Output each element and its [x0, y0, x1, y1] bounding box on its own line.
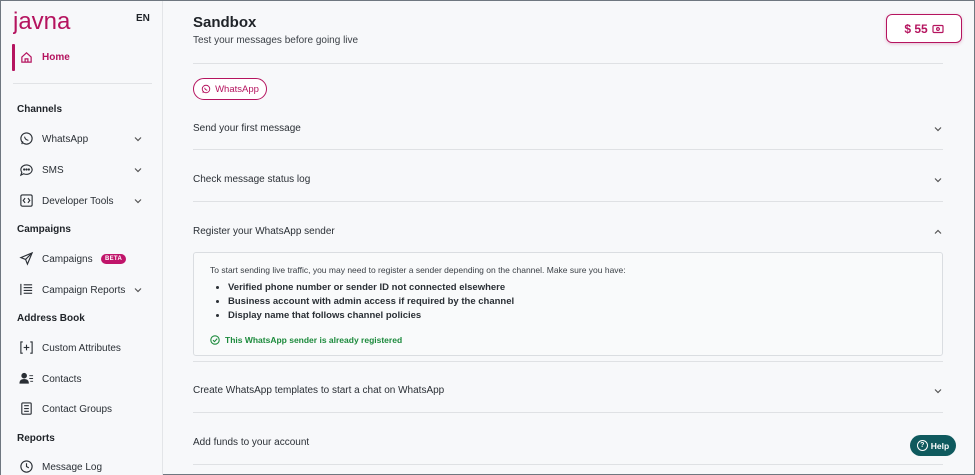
chevron-down-icon[interactable] — [133, 196, 143, 206]
question-icon: ? — [916, 440, 928, 451]
panel-intro: To start sending live traffic, you may n… — [210, 265, 626, 275]
section-address-book: Address Book — [17, 313, 85, 324]
sidebar-item-label: Contact Groups — [42, 404, 113, 415]
sidebar: javna EN Home Channels WhatsApp SMS Deve… — [1, 1, 163, 475]
sidebar-item-campaigns[interactable]: Campaigns BETA — [17, 248, 149, 270]
accordion-label: Add funds to your account — [193, 437, 310, 448]
sidebar-item-contacts[interactable]: Contacts — [17, 368, 149, 390]
paper-plane-icon — [19, 251, 34, 266]
accordion-label: Create WhatsApp templates to start a cha… — [193, 385, 445, 396]
whatsapp-icon — [201, 84, 211, 94]
contacts-icon — [19, 372, 34, 384]
sidebar-item-label: WhatsApp — [42, 134, 89, 145]
sidebar-item-home[interactable]: Home — [12, 44, 152, 71]
sidebar-item-label: Campaigns — [42, 254, 93, 265]
accordion-label: Register your WhatsApp sender — [193, 226, 335, 237]
svg-text:javna: javna — [13, 9, 71, 35]
sidebar-item-developer-tools[interactable]: Developer Tools — [17, 190, 149, 212]
whatsapp-channel-chip[interactable]: WhatsApp — [193, 78, 267, 100]
contact-groups-icon — [21, 402, 32, 415]
clock-icon — [20, 460, 33, 473]
accordion-check-status-log[interactable]: Check message status log — [193, 171, 943, 191]
chevron-down-icon[interactable] — [933, 386, 943, 396]
add-attribute-icon — [20, 341, 33, 354]
javna-logo[interactable]: javna — [13, 9, 85, 37]
sidebar-item-label: Campaign Reports — [42, 285, 126, 296]
sidebar-item-label: Developer Tools — [42, 196, 114, 207]
active-indicator — [12, 44, 15, 71]
registration-status: This WhatsApp sender is already register… — [210, 335, 402, 345]
divider — [193, 149, 943, 150]
accordion-register-sender[interactable]: Register your WhatsApp sender — [193, 223, 943, 243]
wallet-icon — [932, 24, 944, 33]
requirements-list: Verified phone number or sender ID not c… — [228, 281, 514, 323]
section-reports: Reports — [17, 433, 55, 444]
divider — [193, 63, 943, 64]
sidebar-item-campaign-reports[interactable]: Campaign Reports — [17, 279, 149, 301]
list-item: Verified phone number or sender ID not c… — [228, 281, 514, 295]
sidebar-item-sms[interactable]: SMS — [17, 159, 149, 181]
divider — [13, 83, 152, 84]
section-campaigns: Campaigns — [17, 224, 71, 235]
status-text: This WhatsApp sender is already register… — [225, 335, 403, 345]
sidebar-item-label: SMS — [42, 165, 64, 176]
divider — [193, 412, 943, 413]
sidebar-item-label: Message Log — [42, 462, 103, 473]
chevron-down-icon[interactable] — [133, 285, 143, 295]
chat-bubble-icon — [19, 164, 33, 177]
code-icon — [20, 194, 33, 207]
sidebar-item-whatsapp[interactable]: WhatsApp — [17, 128, 149, 150]
check-circle-icon — [210, 335, 220, 345]
list-item: Business account with admin access if re… — [228, 295, 514, 309]
chevron-down-icon[interactable] — [933, 175, 943, 185]
language-selector[interactable]: EN — [136, 13, 150, 24]
chip-label: WhatsApp — [215, 83, 259, 95]
report-list-icon — [20, 283, 33, 296]
main-content: Sandbox Test your messages before going … — [164, 1, 974, 475]
chevron-down-icon[interactable] — [133, 134, 143, 144]
whatsapp-icon — [20, 132, 33, 145]
balance-amount: $ 55 — [904, 21, 928, 36]
page-subtitle: Test your messages before going live — [193, 35, 359, 46]
sidebar-item-label: Contacts — [42, 374, 82, 385]
help-label: Help — [930, 440, 950, 451]
balance-button[interactable]: $ 55 — [886, 14, 962, 43]
register-sender-panel: To start sending live traffic, you may n… — [193, 252, 943, 356]
chevron-down-icon[interactable] — [933, 124, 943, 134]
sidebar-item-message-log[interactable]: Message Log — [17, 456, 149, 475]
home-icon — [21, 52, 32, 63]
sidebar-item-label: Custom Attributes — [42, 343, 121, 354]
sidebar-item-label: Home — [42, 52, 70, 63]
accordion-create-templates[interactable]: Create WhatsApp templates to start a cha… — [193, 382, 943, 402]
accordion-label: Check message status log — [193, 174, 311, 185]
sidebar-item-contact-groups[interactable]: Contact Groups — [17, 398, 149, 420]
section-channels: Channels — [17, 104, 63, 115]
divider — [193, 361, 943, 362]
beta-badge: BETA — [101, 254, 127, 264]
chevron-up-icon[interactable] — [933, 227, 943, 237]
divider — [193, 201, 943, 202]
accordion-add-funds[interactable]: Add funds to your account — [193, 434, 943, 454]
chevron-down-icon[interactable] — [133, 165, 143, 175]
help-button[interactable]: ? Help — [910, 435, 956, 456]
divider — [193, 464, 943, 465]
sidebar-item-custom-attributes[interactable]: Custom Attributes — [17, 337, 149, 359]
page-title: Sandbox — [193, 14, 257, 31]
list-item: Display name that follows channel polici… — [228, 309, 514, 323]
accordion-label: Send your first message — [193, 123, 301, 134]
accordion-send-first-message[interactable]: Send your first message — [193, 120, 943, 140]
